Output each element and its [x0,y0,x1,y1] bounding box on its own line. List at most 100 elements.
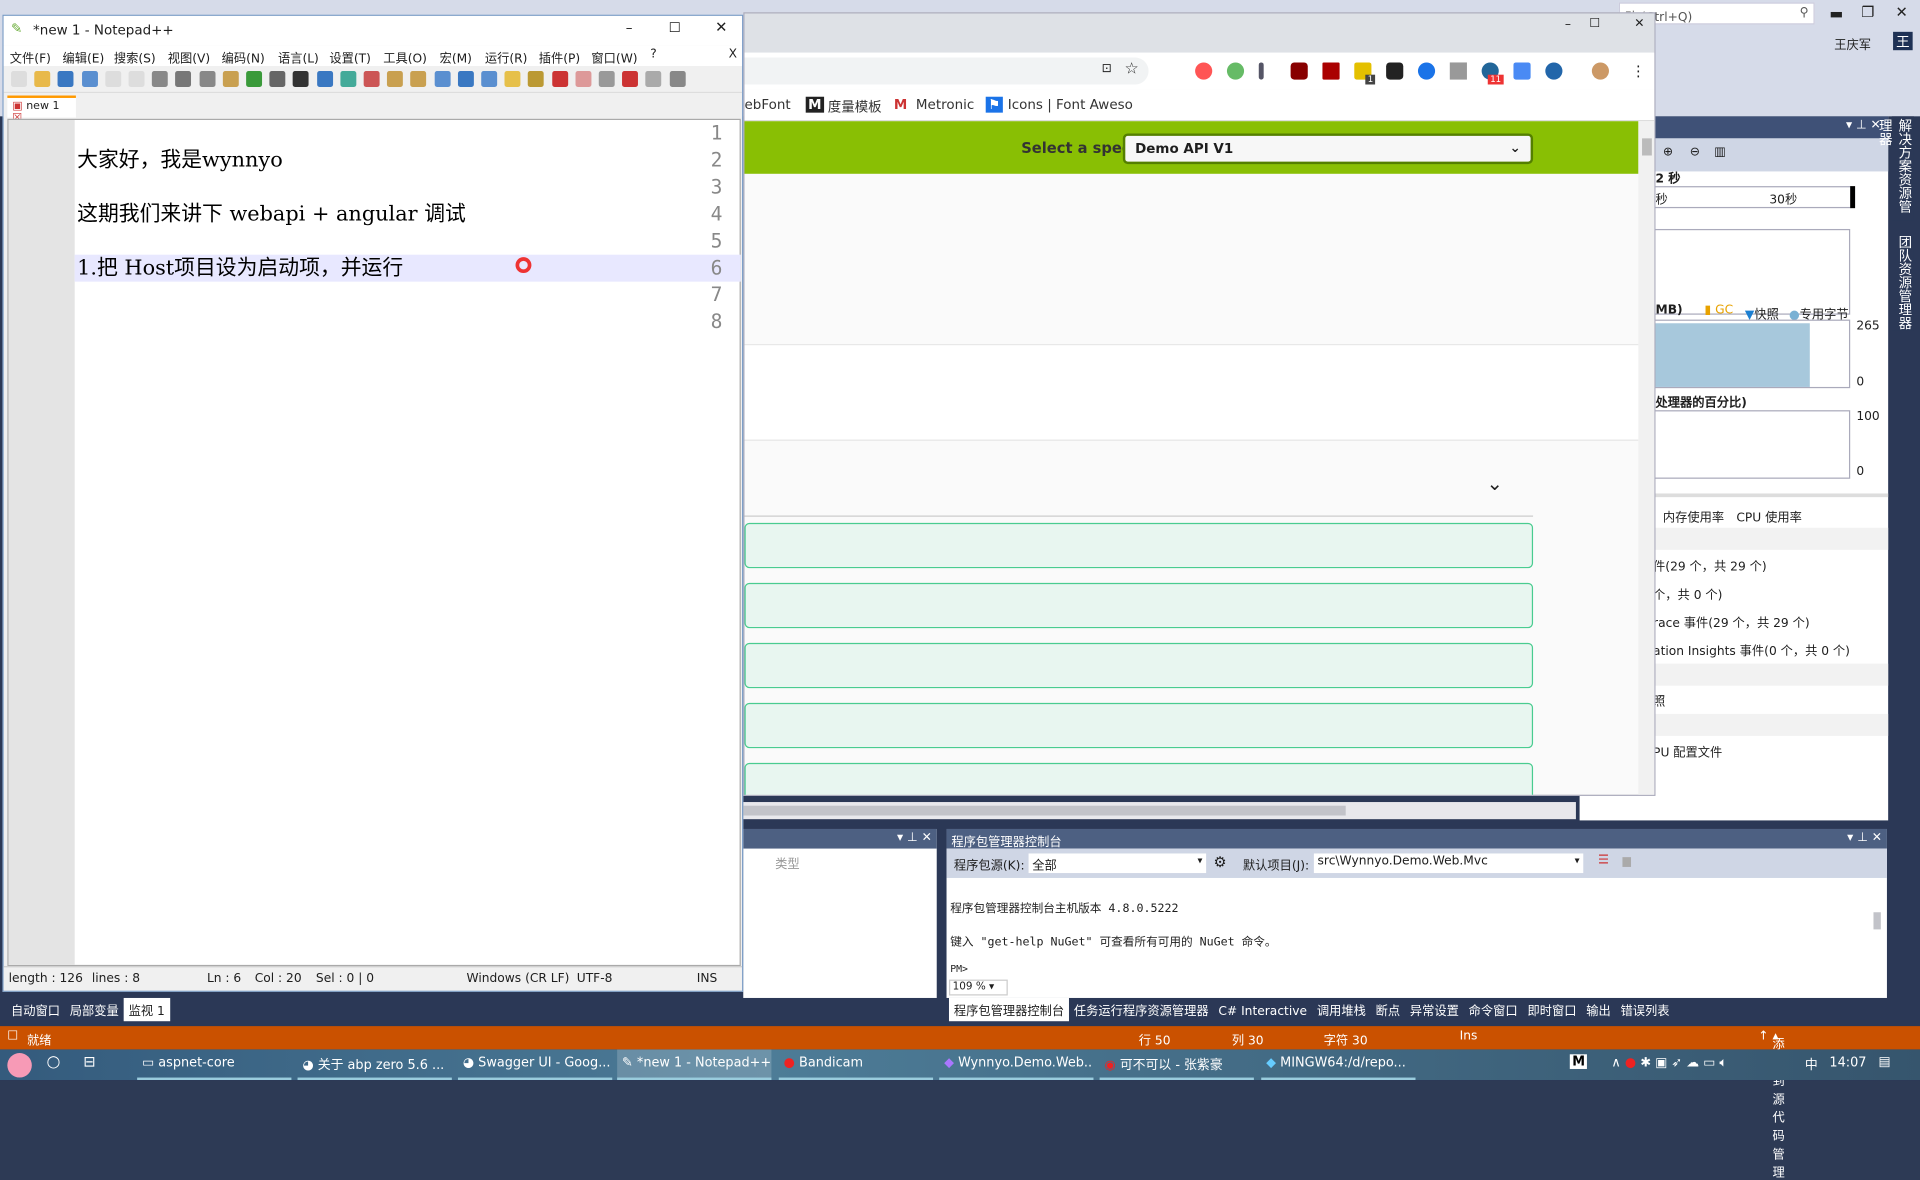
taskbar-item[interactable]: ◆ Wynnyo.Demo.Web... [939,1049,1094,1081]
extension-icon[interactable] [1195,62,1213,80]
extension-icon[interactable] [1449,62,1467,80]
stop-icon[interactable] [1622,857,1632,867]
operation-row[interactable] [744,642,1534,689]
tab-output[interactable]: 输出 [1581,998,1615,1021]
extension-icon[interactable] [1545,62,1563,80]
timeline-ruler[interactable] [1653,186,1852,209]
scrollbar[interactable] [1638,121,1655,795]
editor-line[interactable]: 1.把 Host项目设为启动项，并运行 [77,255,403,282]
menu-language[interactable]: 语言(L) [278,48,319,66]
copy-icon[interactable] [199,71,216,87]
close-icon[interactable]: ✕ [1634,17,1644,30]
record-macro-icon[interactable] [622,71,639,87]
taskbar-item[interactable]: ◆ MINGW64:/d/repo... [1261,1049,1416,1081]
undo-icon[interactable] [246,71,263,87]
tab-pmc[interactable]: 程序包管理器控制台 [948,997,1069,1022]
operation-row[interactable] [744,702,1534,749]
tab-autos[interactable]: 自动窗口 [6,998,65,1021]
bookmark[interactable]: Metronic [916,97,974,113]
menu-run[interactable]: 运行(R) [485,48,528,66]
menu-help[interactable]: ? [650,48,657,61]
operation-row[interactable] [744,522,1534,569]
minimize-icon[interactable]: ▬ [1829,5,1843,22]
cpu-profile-row[interactable]: PU 配置文件 [1653,742,1722,760]
minimize-icon[interactable]: – [626,20,633,36]
taskbar-item[interactable]: ● Bandicam [778,1049,934,1081]
close-icon[interactable]: ✕ [1896,4,1908,21]
address-bar[interactable]: ⊡ ☆ [744,57,1149,85]
menu-plugins[interactable]: 插件(P) [539,48,580,66]
editor[interactable]: 1 2 大家好，我是wynnyo 3 4 这期我们来讲下 webapi + angular… [7,118,741,967]
close-all-icon[interactable] [128,71,145,87]
avatar[interactable]: 王 [1893,31,1913,51]
event-row[interactable]: ation Insights 事件(0 个，共 0 个) [1653,640,1850,658]
zoom-in-icon[interactable] [340,71,357,87]
close-document-button[interactable]: X [729,48,737,61]
ublock-icon[interactable] [1290,62,1308,80]
bookmark[interactable]: 度量模板 [828,97,882,117]
event-row[interactable]: 件(29 个，共 29 个) [1653,556,1767,574]
tab-exception-settings[interactable]: 异常设置 [1405,998,1464,1021]
cut-icon[interactable] [175,71,192,87]
show-all-icon[interactable] [457,71,474,87]
maximize-icon[interactable]: ☐ [1589,17,1600,30]
menu-edit[interactable]: 编辑(E) [62,48,104,66]
notification-icon[interactable]: ▤ [1878,1054,1890,1069]
clock[interactable]: 14:07 [1829,1056,1866,1071]
clear-icon[interactable]: ☰ [1598,853,1609,866]
cortana-icon[interactable]: ○ [47,1053,61,1071]
editor-line[interactable]: 这期我们来讲下 webapi + angular 调试 [77,201,466,228]
task-view-icon[interactable]: ⊟ [83,1053,95,1070]
tab-solution-explorer[interactable]: 解决方案资源管理器 [1877,116,1914,221]
menu-settings[interactable]: 设置(T) [329,48,371,66]
menu-search[interactable]: 搜索(S) [114,48,156,66]
bookmark[interactable]: ebFont [744,97,790,113]
column-header-type[interactable]: 类型 [775,853,799,871]
menu-window[interactable]: 窗口(W) [591,48,637,66]
event-row[interactable]: race 事件(29 个，共 29 个) [1653,612,1810,630]
editor-line[interactable]: 大家好，我是wynnyo [77,147,283,174]
udl-icon[interactable] [504,71,521,87]
tab-watch-1[interactable]: 监视 1 [123,997,170,1022]
gear-icon[interactable]: ⚙ [1213,853,1226,870]
menu-tools[interactable]: 工具(O) [383,48,427,66]
find-icon[interactable] [293,71,310,87]
maximize-icon[interactable]: ☐ [669,20,681,36]
replace-icon[interactable] [316,71,333,87]
print-icon[interactable] [152,71,168,87]
new-file-icon[interactable] [11,71,27,87]
close-icon[interactable] [105,71,121,87]
h-scrollbar[interactable] [743,802,1576,820]
zoom-out-icon[interactable]: ⊖ [1690,146,1700,159]
tray-m-icon[interactable]: M [1569,1054,1588,1069]
taskbar-item[interactable]: ✎ *new 1 - Notepad++ [617,1049,772,1081]
taskbar-item[interactable]: ◕ Swagger UI - Goog... [457,1049,613,1081]
save-icon[interactable] [58,71,74,87]
zoom-in-icon[interactable]: ⊕ [1663,146,1673,159]
translate-ext-icon[interactable] [1513,62,1531,80]
sync-v-icon[interactable] [387,71,404,87]
taskbar-item[interactable]: ▭ aspnet-core [137,1049,292,1081]
menu-file[interactable]: 文件(F) [10,48,51,66]
paste-icon[interactable] [222,71,239,87]
scroll-thumb[interactable] [743,805,1346,816]
zoom-select[interactable]: 109 % ▾ [948,979,1008,996]
bookmark-star-icon[interactable]: ☆ [1125,60,1139,78]
menu-icon[interactable]: ⋮ [1631,62,1646,79]
extension-icon[interactable] [1417,62,1436,80]
operation-row[interactable] [744,582,1534,629]
profile-icon[interactable] [1591,62,1609,80]
project-select[interactable]: src\Wynnyo.Demo.Web.Mvc ▾ [1313,853,1584,874]
menu-encoding[interactable]: 编码(N) [222,48,265,66]
user-name[interactable]: 王庆军 [1834,34,1871,52]
tab-call-stack[interactable]: 调用堆栈 [1312,998,1371,1021]
chevron-down-icon[interactable]: ⌄ [1487,471,1503,494]
wrap-icon[interactable] [434,71,451,87]
scroll-thumb[interactable] [1873,912,1881,930]
tab-memory[interactable]: 内存使用率 [1663,507,1724,525]
chart-icon[interactable]: ▥ [1714,146,1726,159]
tab-command-window[interactable]: 命令窗口 [1464,998,1523,1021]
tab-new-1[interactable]: ▣ new 1 ☒ [7,95,76,125]
extension-icon[interactable] [1226,62,1245,80]
monitor-icon[interactable] [598,71,615,87]
